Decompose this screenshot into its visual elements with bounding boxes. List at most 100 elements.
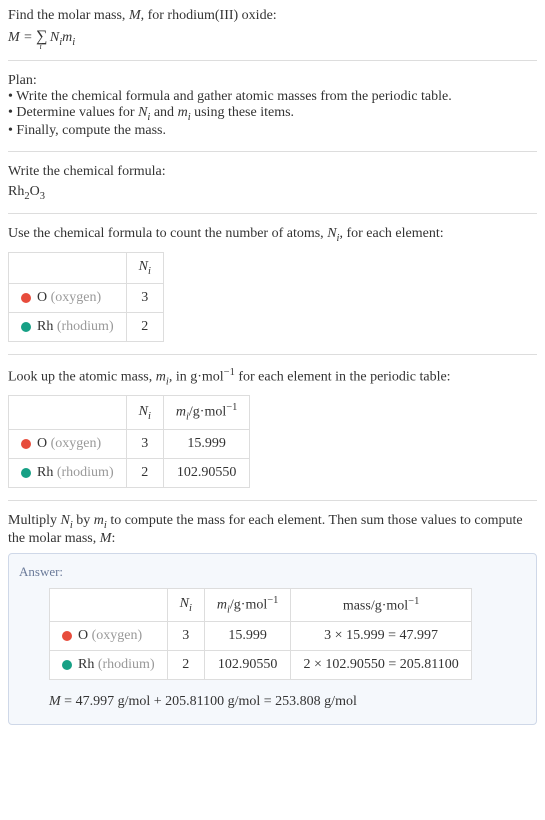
count-text-b: , for each element: xyxy=(339,226,443,241)
answer-content: Ni mi/g·mol−1 mass/g·mol−1 O (oxygen) 3 … xyxy=(19,588,526,710)
table-row: Rh (rhodium) 2 xyxy=(9,312,164,341)
table-header-row: Ni mi/g·mol−1 mass/g·mol−1 xyxy=(50,588,472,621)
molar-mass-formula: M = ∑iNimi xyxy=(8,28,537,48)
ni-h: N xyxy=(139,404,148,419)
rh-m: 102.90550 xyxy=(204,651,291,680)
plan-item-2-mid: and xyxy=(150,105,177,120)
intro-line: Find the molar mass, M, for rhodium(III)… xyxy=(8,8,537,24)
ni-header: Ni xyxy=(126,396,163,429)
mul-m: M xyxy=(100,531,112,546)
mul-a: Multiply xyxy=(8,513,61,528)
o-m: 15.999 xyxy=(163,429,250,458)
divider xyxy=(8,60,537,61)
plan-item-2-end: using these items. xyxy=(191,105,294,120)
multiply-text: Multiply Ni by mi to compute the mass fo… xyxy=(8,513,537,547)
plan-item-2a: • Determine values for xyxy=(8,105,138,120)
ans-mi-unit: /g·mol xyxy=(230,597,267,612)
elem-o: O xyxy=(78,628,88,643)
element-cell-oxygen: O (oxygen) xyxy=(50,622,168,651)
empty-header xyxy=(9,253,127,284)
elem-rh-name: (rhodium) xyxy=(57,465,114,480)
ni-h-sub: i xyxy=(148,411,151,422)
plan-title: Plan: xyxy=(8,73,537,89)
rh-n: 2 xyxy=(167,651,204,680)
ans-ni-sub: i xyxy=(189,603,192,614)
element-cell-oxygen: O (oxygen) xyxy=(9,429,127,458)
mul-ni: N xyxy=(61,513,70,528)
intro-text-1: Find the molar mass, xyxy=(8,8,129,23)
ans-ni: N xyxy=(180,596,189,611)
table-row: O (oxygen) 3 15.999 3 × 15.999 = 47.997 xyxy=(50,622,472,651)
plan-section: Plan: • Write the chemical formula and g… xyxy=(8,73,537,139)
count-ni: N xyxy=(327,226,336,241)
rh-n: 2 xyxy=(126,458,163,487)
var-m: M xyxy=(129,8,141,23)
rhodium-dot-icon xyxy=(21,322,31,332)
mi-header: mi/g·mol−1 xyxy=(204,588,291,621)
chemical-formula: Rh2O3 xyxy=(8,184,537,202)
formula-mi-sub: i xyxy=(72,37,75,48)
rh-count: 2 xyxy=(126,312,163,341)
o-n: 3 xyxy=(167,622,204,651)
ans-mi-unit-sup: −1 xyxy=(267,595,278,606)
elem-o-name: (oxygen) xyxy=(51,436,102,451)
mi-header: mi/g·mol−1 xyxy=(163,396,250,429)
rhodium-dot-icon xyxy=(21,468,31,478)
divider xyxy=(8,354,537,355)
mul-mid: by xyxy=(73,513,94,528)
atomic-mass-table: Ni mi/g·mol−1 O (oxygen) 3 15.999 Rh (rh… xyxy=(8,395,250,487)
plan-mi: m xyxy=(178,105,188,120)
chem-rh: Rh xyxy=(8,184,24,199)
atomic-mass-text: Look up the atomic mass, mi, in g·mol−1 … xyxy=(8,367,537,387)
elem-o-name: (oxygen) xyxy=(51,290,102,305)
oxygen-dot-icon xyxy=(62,631,72,641)
plan-item-2: • Determine values for Ni and mi using t… xyxy=(8,105,537,123)
formula-eq: = xyxy=(20,30,36,45)
o-m: 15.999 xyxy=(204,622,291,651)
am-mi: m xyxy=(156,370,166,385)
element-cell-rhodium: Rh (rhodium) xyxy=(9,312,127,341)
oxygen-dot-icon xyxy=(21,439,31,449)
element-cell-oxygen: O (oxygen) xyxy=(9,283,127,312)
table-row: Rh (rhodium) 2 102.90550 xyxy=(9,458,250,487)
divider xyxy=(8,213,537,214)
write-formula-section: Write the chemical formula: Rh2O3 xyxy=(8,164,537,202)
mul-mi: m xyxy=(94,513,104,528)
rhodium-dot-icon xyxy=(62,660,72,670)
rh-m: 102.90550 xyxy=(163,458,250,487)
ni-header: Ni xyxy=(167,588,204,621)
table-header-row: Ni mi/g·mol−1 xyxy=(9,396,250,429)
ni-header-sub: i xyxy=(148,266,151,277)
mi-unit: /g·mol xyxy=(189,405,226,420)
ans-mi: m xyxy=(217,597,227,612)
chem-o: O xyxy=(30,184,40,199)
plan-item-3: • Finally, compute the mass. xyxy=(8,123,537,139)
table-row: Rh (rhodium) 2 102.90550 2 × 102.90550 =… xyxy=(50,651,472,680)
final-m: M xyxy=(49,694,61,709)
ans-mass: mass/g·mol xyxy=(343,598,408,613)
count-text-a: Use the chemical formula to count the nu… xyxy=(8,226,327,241)
o-count: 3 xyxy=(126,283,163,312)
oxygen-dot-icon xyxy=(21,293,31,303)
elem-o: O xyxy=(37,436,47,451)
atomic-mass-section: Look up the atomic mass, mi, in g·mol−1 … xyxy=(8,367,537,488)
mi-h: m xyxy=(176,405,186,420)
o-n: 3 xyxy=(126,429,163,458)
chem-o-sub: 3 xyxy=(40,190,45,201)
empty-header xyxy=(9,396,127,429)
atom-count-table: Ni O (oxygen) 3 Rh (rhodium) 2 xyxy=(8,252,164,342)
formula-ni: N xyxy=(50,30,59,45)
answer-table: Ni mi/g·mol−1 mass/g·mol−1 O (oxygen) 3 … xyxy=(49,588,472,680)
element-cell-rhodium: Rh (rhodium) xyxy=(9,458,127,487)
formula-mi: m xyxy=(62,30,72,45)
elem-rh: Rh xyxy=(37,465,53,480)
mass-header: mass/g·mol−1 xyxy=(291,588,471,621)
am-text-c: for each element in the periodic table: xyxy=(235,370,451,385)
answer-box: Answer: Ni mi/g·mol−1 mass/g·mol−1 O (ox… xyxy=(8,553,537,725)
table-row: O (oxygen) 3 xyxy=(9,283,164,312)
elem-rh: Rh xyxy=(37,319,53,334)
am-sup: −1 xyxy=(224,367,235,378)
plan-item-1: • Write the chemical formula and gather … xyxy=(8,89,537,105)
ans-mass-sup: −1 xyxy=(408,596,419,607)
count-atoms-section: Use the chemical formula to count the nu… xyxy=(8,226,537,342)
